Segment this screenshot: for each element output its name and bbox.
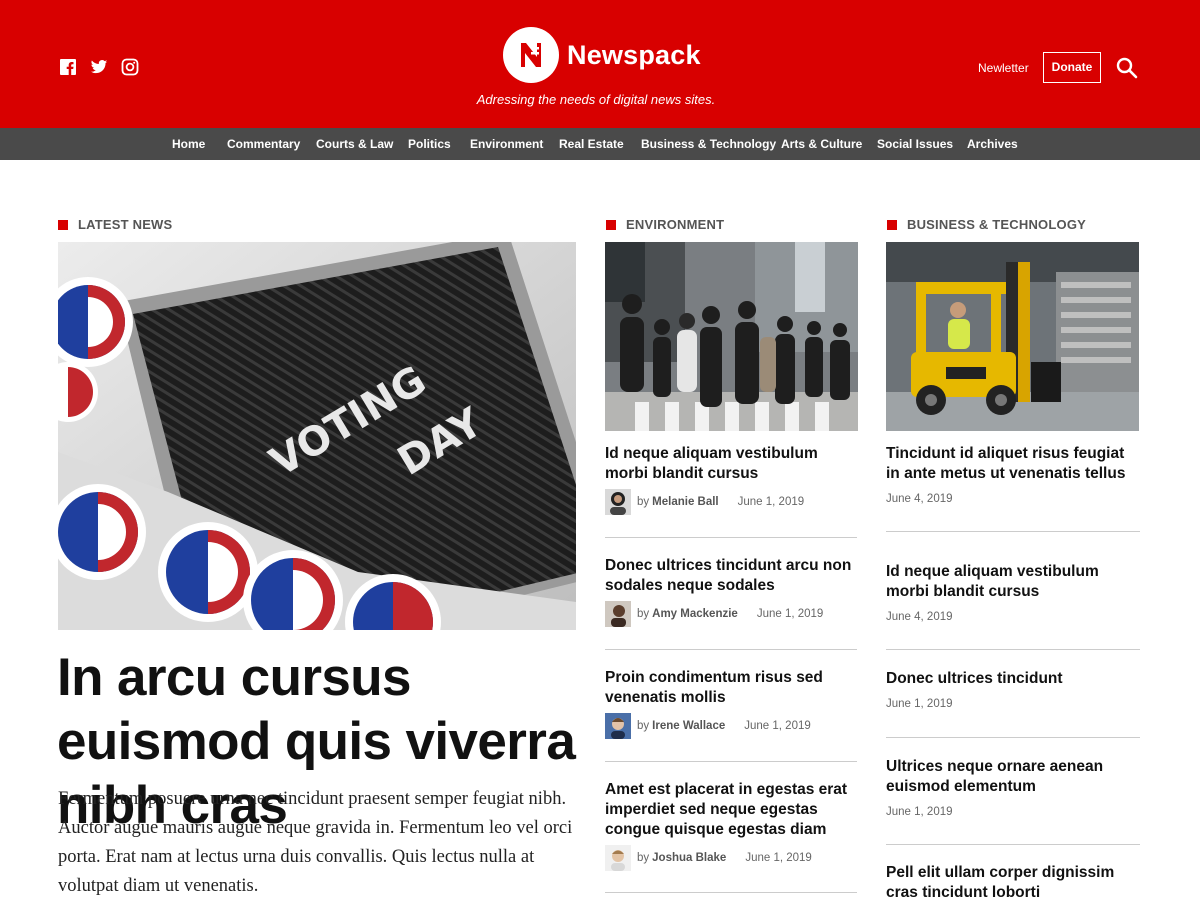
- story-date: June 1, 2019: [886, 698, 953, 710]
- section-heading-business-technology: Business & Technology: [887, 217, 1086, 232]
- environment-story-3: Proin condimentum risus sed venenatis mo…: [605, 668, 858, 708]
- business-story-1: Tincidunt id aliquet risus feugiat in an…: [886, 444, 1139, 506]
- author-avatar[interactable]: [605, 601, 631, 627]
- story-headline[interactable]: Id neque aliquam vestibulum morbi blandi…: [886, 562, 1139, 602]
- story-headline[interactable]: Donec ultrices tincidunt: [886, 669, 1139, 689]
- business-story-5: Pell elit ullam corper dignissim cras ti…: [886, 863, 1139, 900]
- section-heading-latest-news: Latest News: [57, 217, 173, 232]
- section-heading-environment: Environment: [605, 217, 725, 232]
- newsletter-link[interactable]: Newletter: [978, 60, 1029, 76]
- story-byline: by Irene Wallace June 1, 2019: [605, 713, 811, 739]
- story-date: June 1, 2019: [756, 608, 824, 620]
- story-date: June 4, 2019: [886, 611, 953, 623]
- newspack-logo-icon: [521, 43, 541, 67]
- facebook-icon[interactable]: [59, 58, 77, 76]
- author-avatar[interactable]: [605, 845, 631, 871]
- story-headline[interactable]: Id neque aliquam vestibulum morbi blandi…: [605, 444, 858, 484]
- story-divider: [886, 844, 1140, 845]
- environment-story-1: Id neque aliquam vestibulum morbi blandi…: [605, 444, 858, 484]
- byline-prefix: by: [637, 496, 650, 508]
- search-icon[interactable]: [1116, 57, 1138, 79]
- story-byline: by Joshua Blake June 1, 2019: [605, 845, 812, 871]
- story-divider: [886, 737, 1140, 738]
- author-name[interactable]: Melanie Ball: [652, 496, 718, 508]
- site-logo[interactable]: [503, 27, 559, 83]
- nav-item-home[interactable]: Home: [172, 128, 205, 160]
- nav-item-environment[interactable]: Environment: [470, 128, 543, 160]
- story-date: June 4, 2019: [886, 493, 953, 505]
- byline-prefix: by: [637, 608, 650, 620]
- story-headline[interactable]: Ultrices neque ornare aenean euismod ele…: [886, 757, 1139, 797]
- business-featured-image[interactable]: [886, 242, 1139, 431]
- story-divider: [605, 761, 857, 762]
- nav-item-commentary[interactable]: Commentary: [227, 128, 300, 160]
- story-date: June 1, 2019: [886, 806, 953, 818]
- byline-prefix: by: [637, 852, 650, 864]
- environment-story-2: Donec ultrices tincidunt arcu non sodale…: [605, 556, 858, 596]
- story-divider: [605, 649, 857, 650]
- nav-item-real-estate[interactable]: Real Estate: [559, 128, 624, 160]
- environment-story-4: Amet est placerat in egestas erat imperd…: [605, 780, 858, 840]
- story-headline[interactable]: Amet est placerat in egestas erat imperd…: [605, 780, 858, 840]
- nav-item-archives[interactable]: Archives: [967, 128, 1018, 160]
- story-headline[interactable]: Tincidunt id aliquet risus feugiat in an…: [886, 444, 1139, 484]
- byline-prefix: by: [637, 720, 650, 732]
- story-divider: [605, 537, 857, 538]
- nav-item-business-technology[interactable]: Business & Technology: [641, 128, 776, 160]
- story-byline: by Melanie Ball June 1, 2019: [605, 489, 804, 515]
- author-name[interactable]: Amy Mackenzie: [652, 608, 738, 620]
- donate-button[interactable]: Donate: [1043, 52, 1101, 83]
- story-headline[interactable]: Proin condimentum risus sed venenatis mo…: [605, 668, 858, 708]
- twitter-icon[interactable]: [90, 58, 108, 76]
- story-divider: [605, 892, 857, 893]
- business-story-3: Donec ultrices tincidunt June 1, 2019: [886, 669, 1139, 711]
- social-links: [59, 58, 139, 76]
- author-avatar[interactable]: [605, 713, 631, 739]
- hero-image[interactable]: VOTING DAY: [58, 242, 576, 630]
- story-date: June 1, 2019: [737, 496, 805, 508]
- story-date: June 1, 2019: [745, 852, 812, 864]
- business-story-2: Id neque aliquam vestibulum morbi blandi…: [886, 562, 1139, 624]
- story-byline: by Amy Mackenzie June 1, 2019: [605, 601, 823, 627]
- site-title[interactable]: Newspack: [567, 38, 701, 72]
- author-avatar[interactable]: [605, 489, 631, 515]
- nav-item-courts-law[interactable]: Courts & Law: [316, 128, 393, 160]
- story-divider: [886, 531, 1140, 532]
- primary-navigation: Home Commentary Courts & Law Politics En…: [0, 128, 1200, 160]
- author-name[interactable]: Joshua Blake: [652, 852, 726, 864]
- author-name[interactable]: Irene Wallace: [652, 720, 725, 732]
- hero-excerpt: Fermentum posuere urna nec tincidunt pra…: [58, 789, 573, 896]
- site-tagline: Adressing the needs of digital news site…: [476, 92, 716, 107]
- nav-item-social-issues[interactable]: Social Issues: [877, 128, 953, 160]
- story-headline[interactable]: Donec ultrices tincidunt arcu non sodale…: [605, 556, 858, 596]
- nav-item-politics[interactable]: Politics: [408, 128, 451, 160]
- site-header: Newspack Adressing the needs of digital …: [0, 0, 1200, 128]
- business-story-4: Ultrices neque ornare aenean euismod ele…: [886, 757, 1139, 819]
- story-divider: [886, 649, 1140, 650]
- environment-featured-image[interactable]: [605, 242, 858, 431]
- story-date: June 1, 2019: [744, 720, 811, 732]
- nav-item-arts-culture[interactable]: Arts & Culture: [781, 128, 862, 160]
- story-headline[interactable]: Pell elit ullam corper dignissim cras ti…: [886, 863, 1139, 900]
- instagram-icon[interactable]: [121, 58, 139, 76]
